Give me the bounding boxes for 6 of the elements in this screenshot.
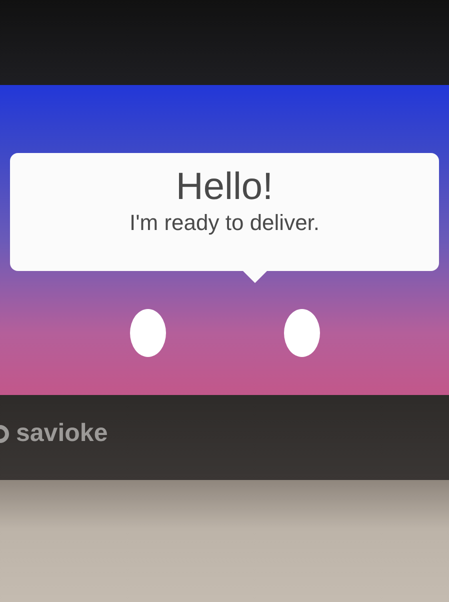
logo-icon: [0, 422, 12, 444]
brand-name: savioke: [16, 418, 108, 449]
robot-eye: [284, 309, 320, 357]
robot-eye: [130, 309, 166, 357]
status-message: I'm ready to deliver.: [128, 208, 321, 237]
greeting-title: Hello!: [174, 165, 274, 209]
